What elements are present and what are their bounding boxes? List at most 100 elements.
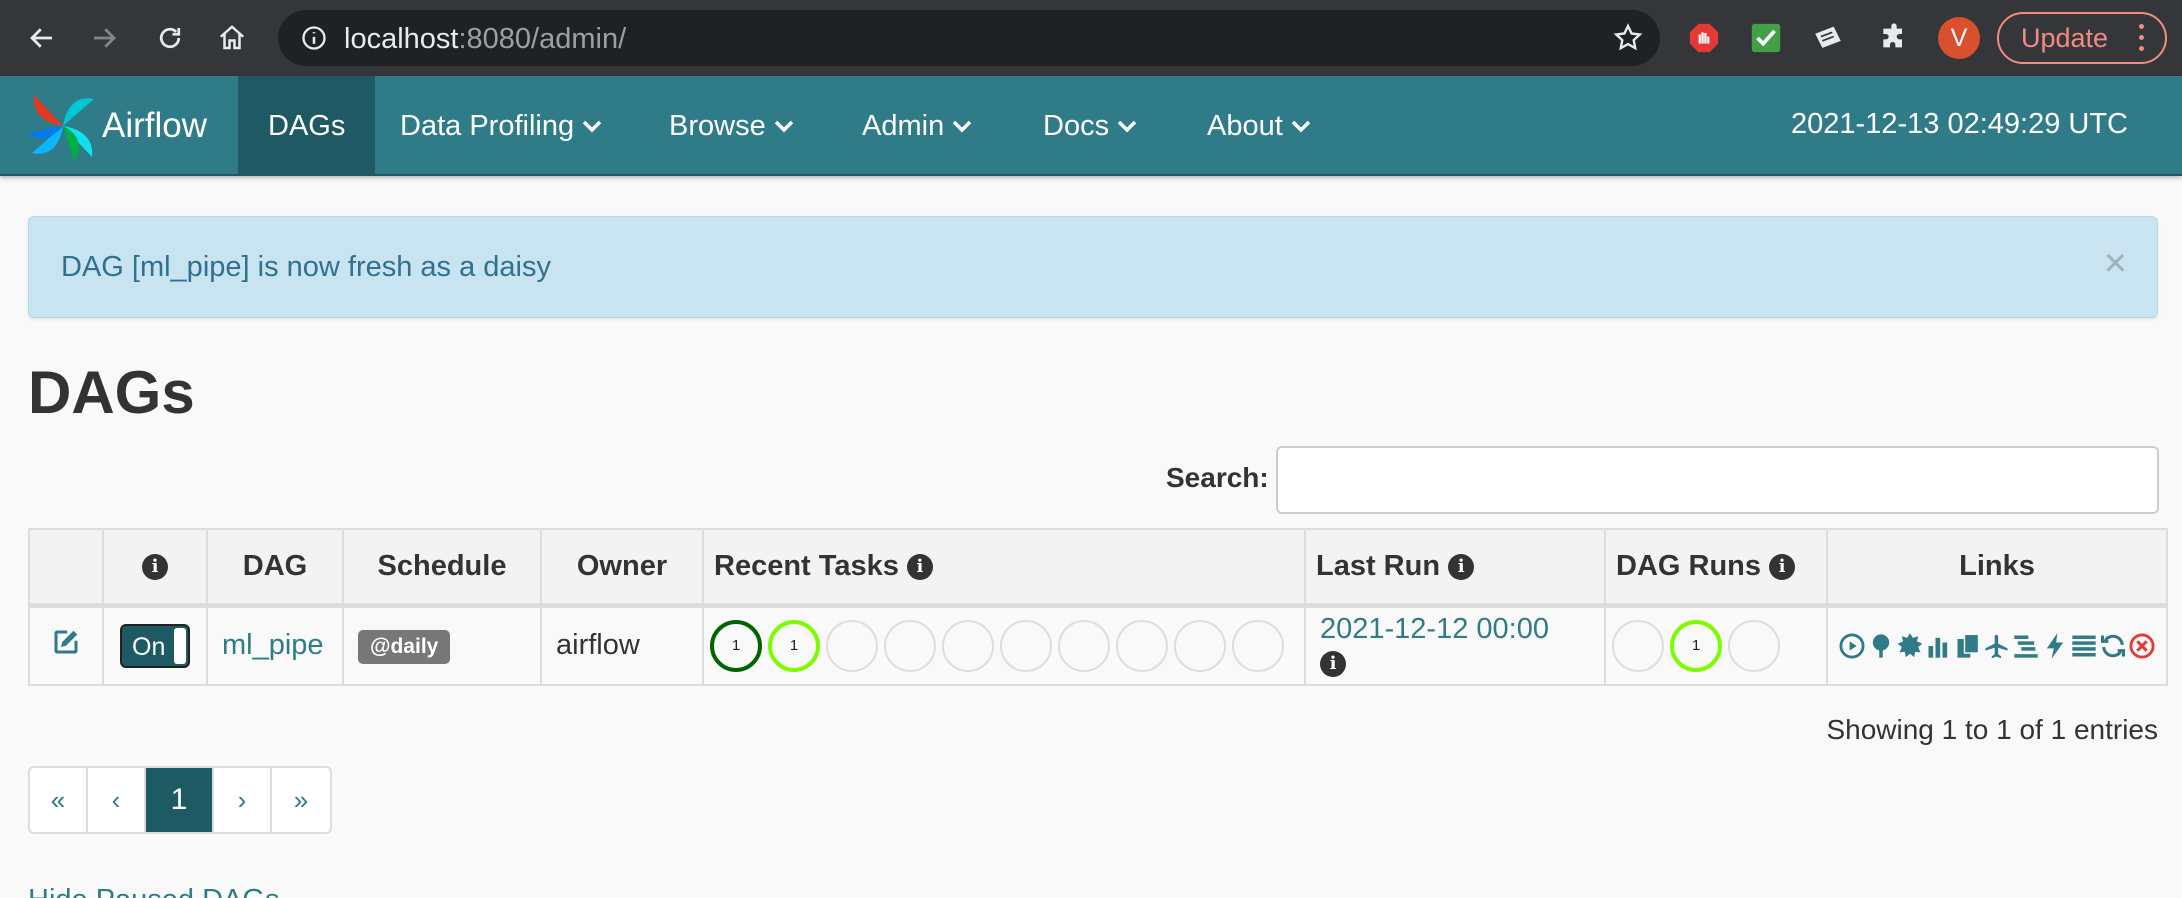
next-page-button[interactable]: ›	[214, 768, 272, 832]
dag-link[interactable]: ml_pipe	[222, 629, 324, 661]
schedule-badge: @daily	[358, 629, 451, 664]
chevron-down-icon	[582, 120, 602, 133]
graph-view-icon[interactable]	[1896, 629, 1925, 663]
extensions-puzzle-icon[interactable]	[1874, 18, 1914, 58]
dag-run-state-circle[interactable]	[1728, 619, 1780, 672]
more-menu-icon[interactable]	[2139, 24, 2145, 57]
home-icon[interactable]	[208, 14, 256, 62]
chevron-down-icon	[774, 120, 793, 133]
landing-times-icon[interactable]	[1983, 629, 2012, 663]
nav-browse-label: Browse	[669, 109, 766, 142]
utc-clock: 2021-12-13 02:49:29 UTC	[1791, 108, 2128, 140]
last-run-label: Last Run	[1316, 549, 1441, 582]
trigger-dag-icon[interactable]	[1838, 629, 1867, 663]
owner-cell: airflow	[540, 604, 704, 686]
task-state-circle[interactable]	[1058, 619, 1110, 672]
nav-about[interactable]: About	[1177, 76, 1341, 176]
airflow-pinwheel-icon	[28, 95, 94, 161]
delete-dag-icon[interactable]	[2128, 629, 2157, 663]
address-bar[interactable]: localhost:8080/admin/	[278, 10, 1660, 66]
info-icon[interactable]: i	[906, 554, 933, 581]
profile-avatar[interactable]: V	[1938, 17, 1980, 59]
nav-about-label: About	[1207, 109, 1283, 142]
nav-browse[interactable]: Browse	[639, 76, 824, 176]
tree-view-icon[interactable]	[1867, 629, 1896, 663]
prev-page-button[interactable]: ‹	[88, 768, 146, 832]
refresh-icon[interactable]	[2099, 629, 2128, 663]
dag-runs-label: DAG Runs	[1616, 549, 1761, 582]
col-header-recent-tasks: Recent Tasks i	[702, 528, 1306, 608]
logs-icon[interactable]	[2070, 629, 2099, 663]
first-page-button[interactable]: «	[30, 768, 88, 832]
task-tries-icon[interactable]	[1954, 629, 1983, 663]
entries-info: Showing 1 to 1 of 1 entries	[1826, 714, 2158, 745]
col-header-toggle: i	[102, 528, 208, 608]
task-state-circle[interactable]	[1174, 619, 1226, 672]
info-icon[interactable]: i	[142, 554, 168, 581]
task-state-circle[interactable]	[942, 619, 994, 672]
code-view-icon[interactable]	[2041, 629, 2070, 663]
toggle-cell: On	[102, 604, 208, 686]
recent-tasks-label: Recent Tasks	[714, 549, 899, 582]
nav-admin-label: Admin	[862, 109, 945, 142]
edit-icon[interactable]	[51, 627, 81, 657]
hide-paused-dags-link[interactable]: Hide Paused DAGs	[28, 884, 279, 898]
table-header-row: i DAG Schedule Owner Recent Tasks i Last…	[28, 528, 2168, 608]
back-icon[interactable]	[18, 14, 66, 62]
col-header-owner[interactable]: Owner	[540, 528, 704, 608]
search-input[interactable]	[1276, 446, 2159, 514]
alert-message: DAG [ml_pipe] is now fresh as a daisy	[61, 251, 551, 283]
nav-docs-label: Docs	[1043, 109, 1110, 142]
nav-dags[interactable]: DAGs	[238, 76, 376, 176]
col-header-schedule[interactable]: Schedule	[342, 528, 542, 608]
nav-data-profiling[interactable]: Data Profiling	[370, 76, 632, 176]
task-state-running-circle[interactable]: 1	[768, 619, 820, 672]
task-state-circle[interactable]	[1232, 619, 1284, 672]
adblock-extension-icon[interactable]	[1684, 18, 1724, 58]
nav-admin[interactable]: Admin	[832, 76, 1002, 176]
info-icon[interactable]: i	[1320, 650, 1346, 677]
brand-name: Airflow	[102, 106, 208, 145]
toggle-knob	[174, 627, 186, 664]
nav-dags-label: DAGs	[268, 109, 346, 142]
info-icon[interactable]: i	[1448, 554, 1475, 581]
site-info-icon[interactable]	[300, 24, 328, 57]
task-state-circle[interactable]	[884, 619, 936, 672]
task-state-circle[interactable]	[826, 619, 878, 672]
bookmark-star-icon[interactable]	[1612, 22, 1644, 59]
close-icon[interactable]: ×	[2104, 241, 2127, 286]
page-title: DAGs	[28, 359, 195, 426]
recent-tasks-cell: 1 1	[702, 604, 1306, 686]
gantt-icon[interactable]	[2012, 629, 2041, 663]
notes-extension-icon[interactable]	[1808, 18, 1848, 58]
links-cell	[1826, 604, 2168, 686]
col-header-edit	[28, 528, 104, 608]
chevron-down-icon	[1117, 120, 1137, 133]
checkmark-extension-icon[interactable]	[1746, 18, 1786, 58]
info-icon[interactable]: i	[1769, 554, 1796, 581]
current-page-button[interactable]: 1	[146, 768, 214, 832]
last-run-link[interactable]: 2021-12-12 00:00	[1320, 613, 1549, 645]
last-page-button[interactable]: »	[272, 768, 330, 832]
toggle-label: On	[132, 632, 166, 661]
task-duration-icon[interactable]	[1925, 629, 1954, 663]
dag-on-off-toggle[interactable]: On	[120, 623, 190, 668]
reload-icon[interactable]	[146, 14, 194, 62]
url-text: localhost:8080/admin/	[344, 23, 627, 55]
last-run-cell: 2021-12-12 00:00 i	[1304, 604, 1606, 686]
update-button[interactable]: Update	[1997, 12, 2167, 64]
table-row: On ml_pipe @daily airflow 1 1 2021-12-12…	[28, 604, 2168, 686]
dag-run-running-circle[interactable]: 1	[1670, 619, 1722, 672]
info-alert: DAG [ml_pipe] is now fresh as a daisy ×	[28, 216, 2158, 318]
update-label: Update	[2021, 22, 2109, 53]
task-state-circle[interactable]	[1116, 619, 1168, 672]
task-state-circle[interactable]	[1000, 619, 1052, 672]
dag-cell: ml_pipe	[206, 604, 344, 686]
forward-icon[interactable]	[80, 14, 128, 62]
col-header-links: Links	[1826, 528, 2168, 608]
nav-docs[interactable]: Docs	[1013, 76, 1167, 176]
brand-logo[interactable]: Airflow	[28, 92, 208, 161]
dag-run-state-circle[interactable]	[1612, 619, 1664, 672]
col-header-dag[interactable]: DAG	[206, 528, 344, 608]
task-state-success-circle[interactable]: 1	[710, 619, 762, 672]
